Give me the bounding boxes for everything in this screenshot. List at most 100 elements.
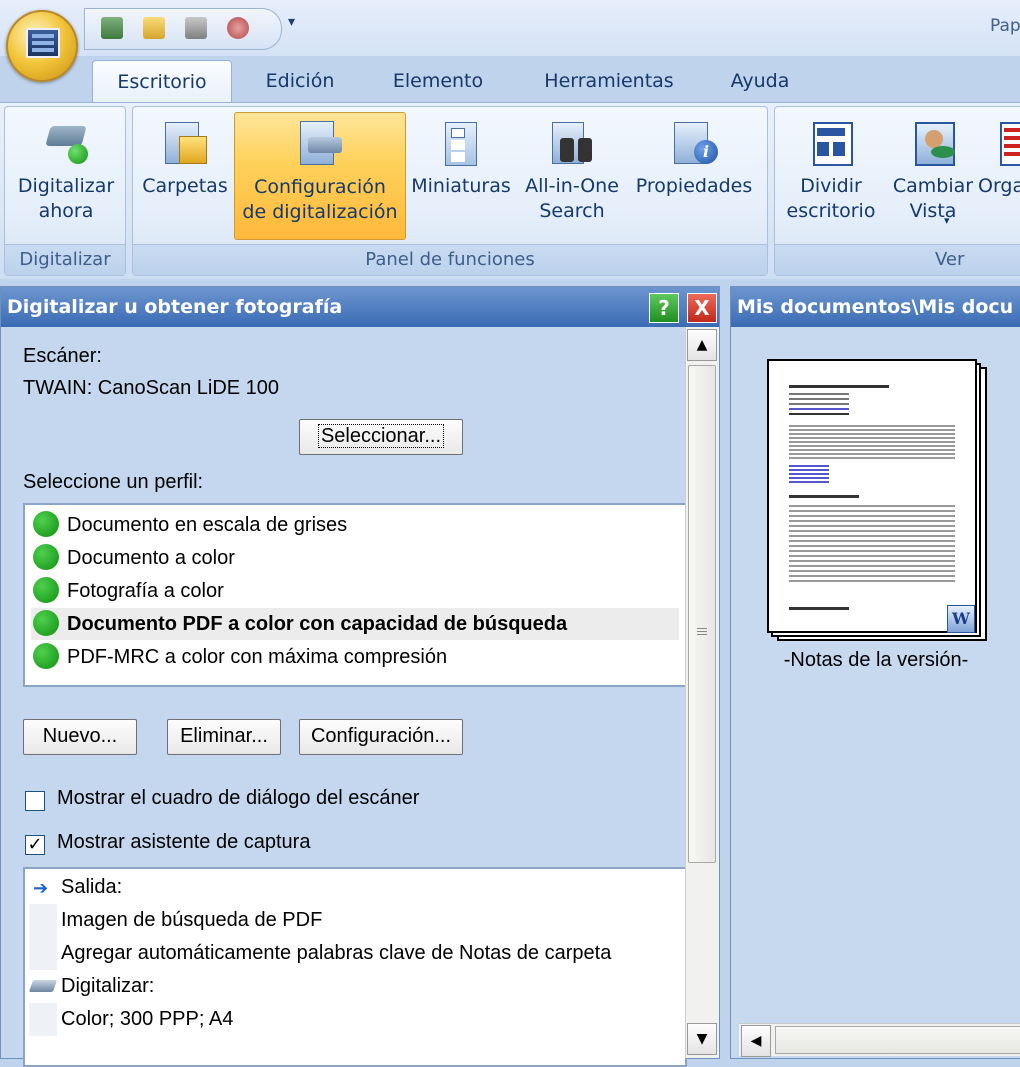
scanner-label: Escáner:	[23, 345, 102, 367]
print-quick-icon[interactable]	[185, 17, 207, 39]
summary-row: Imagen de búsqueda de PDF	[29, 904, 322, 937]
organize-label: Orga	[978, 175, 1020, 197]
show-capture-wizard-label: Mostrar asistente de captura	[57, 831, 311, 853]
settings-summary-list: ➔ Salida: Imagen de búsqueda de PDF Agreg…	[23, 867, 687, 1067]
profile-settings-button[interactable]: Configuración...	[299, 719, 463, 755]
folders-label: Carpetas	[142, 175, 228, 197]
delete-profile-label: Eliminar...	[180, 725, 268, 747]
folders-button[interactable]: Carpetas	[138, 112, 232, 240]
scan-now-label: Digitalizar ahora	[17, 175, 115, 222]
summary-gutter	[29, 1003, 57, 1036]
documents-hscrollbar[interactable]: ◀	[739, 1023, 1020, 1057]
summary-row-text: Imagen de búsqueda de PDF	[61, 909, 323, 931]
scan-settings-icon	[296, 119, 344, 165]
scan-now-button[interactable]: Digitalizar ahora	[10, 112, 122, 240]
summary-row-text: Digitalizar:	[61, 975, 155, 997]
profile-item[interactable]: PDF-MRC a color con máxima compresión	[33, 641, 447, 673]
group-label-digitalizar: Digitalizar	[5, 244, 125, 275]
thumbnail-caption: -Notas de la versión-	[783, 649, 969, 671]
scroll-left-button[interactable]: ◀	[741, 1025, 771, 1057]
documents-panel-header: Mis documentos\Mis docu	[731, 287, 1020, 327]
organize-button[interactable]: Orga	[978, 112, 1020, 240]
show-capture-wizard-checkbox[interactable]: ✓	[25, 835, 45, 855]
profile-item[interactable]: Documento en escala de grises	[33, 509, 347, 541]
green-dot-icon	[33, 511, 59, 537]
tab-ayuda[interactable]: Ayuda	[712, 60, 808, 102]
summary-row: ➔ Salida:	[29, 871, 122, 904]
green-dot-icon	[33, 544, 59, 570]
show-scanner-dialog-checkbox[interactable]	[25, 791, 45, 811]
profile-item[interactable]: Fotografía a color	[33, 575, 224, 607]
summary-row: Color; 300 PPP; A4	[29, 1003, 233, 1036]
scan-panel-scrollbar[interactable]: ▲ ▼	[685, 327, 719, 1058]
scan-panel-header: Digitalizar u obtener fotografía	[1, 287, 719, 327]
scanner-value: TWAIN: CanoScan LiDE 100	[23, 377, 280, 399]
scroll-up-button[interactable]: ▲	[687, 329, 717, 361]
stop-quick-icon[interactable]	[227, 17, 249, 39]
summary-row-text: Salida:	[61, 876, 123, 898]
scanner-icon	[28, 970, 58, 1003]
arrow-right-icon: ➔	[29, 871, 57, 904]
word-document-icon: W	[947, 605, 975, 633]
change-view-button[interactable]: Cambiar Vista ▾	[884, 112, 982, 240]
split-desktop-icon	[807, 118, 855, 166]
scan-panel-body: Escáner: TWAIN: CanoScan LiDE 100 Selecc…	[1, 327, 687, 1067]
profile-item-label: PDF-MRC a color con máxima compresión	[67, 646, 448, 668]
profile-item-label: Documento en escala de grises	[67, 514, 348, 536]
app-title: Pap	[990, 16, 1020, 36]
thumbnails-icon	[437, 118, 485, 166]
all-in-one-search-button[interactable]: All-in-One Search	[518, 112, 626, 240]
scan-settings-button[interactable]: Configuración de digitalización	[234, 112, 406, 240]
tab-escritorio[interactable]: Escritorio	[92, 60, 232, 103]
summary-row-text: Color; 300 PPP; A4	[61, 1008, 234, 1030]
thumbnails-label: Miniaturas	[411, 175, 511, 197]
monitor-icon	[26, 28, 60, 58]
document-page-preview	[767, 359, 977, 633]
application-menu-button[interactable]	[6, 10, 78, 82]
folder-icon	[161, 118, 209, 164]
profile-item[interactable]: Documento a color	[33, 542, 235, 574]
summary-row: Agregar automáticamente palabras clave d…	[29, 937, 611, 970]
folder-quick-icon[interactable]	[143, 17, 165, 39]
tab-edicion[interactable]: Edición	[246, 60, 354, 102]
scanner-green-icon	[42, 118, 90, 164]
documents-panel-title: Mis documentos\Mis docu	[737, 296, 1014, 318]
scan-quick-icon[interactable]	[101, 17, 123, 39]
customize-quick-access-icon[interactable]: ▾	[288, 14, 295, 30]
scroll-thumb[interactable]	[688, 365, 716, 863]
summary-row: Digitalizar:	[28, 970, 155, 1003]
new-profile-button[interactable]: Nuevo...	[23, 719, 137, 755]
help-button[interactable]: ?	[649, 293, 679, 323]
group-label-ver: Ver	[775, 244, 1020, 275]
split-desktop-button[interactable]: Dividir escritorio	[782, 112, 880, 240]
documents-panel: Mis documentos\Mis docu W -Notas de la v…	[730, 286, 1020, 1059]
group-label-panel: Panel de funciones	[133, 244, 767, 275]
profile-list: Documento en escala de grises Documento …	[23, 503, 687, 687]
summary-gutter	[29, 937, 57, 970]
hscroll-thumb[interactable]	[775, 1026, 1020, 1054]
green-dot-icon	[33, 610, 59, 636]
properties-label: Propiedades	[635, 175, 753, 197]
scan-settings-label: Configuración de digitalización	[242, 176, 398, 223]
select-scanner-button[interactable]: Seleccionar...	[299, 419, 463, 455]
organize-icon	[1000, 118, 1020, 166]
profile-settings-label: Configuración...	[310, 725, 452, 747]
scroll-down-button[interactable]: ▼	[687, 1023, 717, 1055]
scan-panel: Digitalizar u obtener fotografía ? X Esc…	[0, 286, 720, 1067]
chevron-down-icon: ▾	[944, 214, 950, 227]
thumbnails-button[interactable]: Miniaturas	[406, 112, 516, 240]
summary-row-text: Agregar automáticamente palabras clave d…	[61, 942, 612, 964]
delete-profile-button[interactable]: Eliminar...	[167, 719, 281, 755]
info-icon: i	[670, 118, 718, 164]
profile-label: Seleccione un perfil:	[23, 471, 204, 493]
tab-elemento[interactable]: Elemento	[378, 60, 498, 102]
show-scanner-dialog-label: Mostrar el cuadro de diálogo del escáner	[57, 787, 420, 809]
profile-item-label: Documento a color	[67, 547, 235, 569]
profile-item-label: Fotografía a color	[67, 580, 224, 602]
profile-item-selected[interactable]: Documento PDF a color con capacidad de b…	[31, 608, 679, 640]
close-button[interactable]: X	[687, 293, 717, 323]
properties-button[interactable]: i Propiedades	[628, 112, 760, 240]
document-thumbnail[interactable]: W	[767, 359, 987, 641]
change-view-label: Cambiar Vista	[892, 175, 974, 222]
tab-herramientas[interactable]: Herramientas	[530, 60, 688, 102]
